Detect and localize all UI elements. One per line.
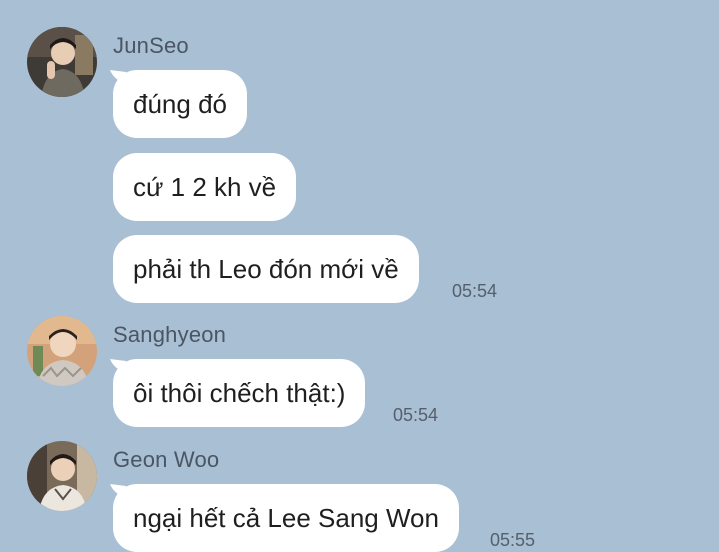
- message-timestamp: 05:54: [393, 405, 439, 425]
- chat-message-list[interactable]: JunSeo đúng đó cứ 1 2 kh về phải th Leo …: [0, 0, 719, 552]
- sender-name: JunSeo: [113, 33, 189, 58]
- profile-photo-junseo-icon: [27, 27, 97, 97]
- avatar-geon-woo[interactable]: [27, 441, 97, 511]
- message-bubble[interactable]: đúng đó: [113, 70, 247, 138]
- message-timestamp: 05:55: [490, 530, 536, 550]
- message-bubble[interactable]: ôi thôi chếch thật:): [113, 359, 366, 427]
- avatar-junseo[interactable]: [27, 27, 97, 97]
- profile-photo-sanghyeon-icon: [27, 316, 97, 386]
- message-timestamp: 05:54: [452, 281, 498, 301]
- message-bubble[interactable]: phải th Leo đón mới về: [113, 235, 419, 303]
- message-bubble[interactable]: cứ 1 2 kh về: [113, 153, 297, 221]
- sender-name: Sanghyeon: [113, 322, 227, 347]
- avatar-sanghyeon[interactable]: [27, 316, 97, 386]
- message-bubble[interactable]: ngại hết cả Lee Sang Won: [113, 484, 459, 552]
- profile-photo-geonwoo-icon: [27, 441, 97, 511]
- sender-name: Geon Woo: [113, 447, 220, 472]
